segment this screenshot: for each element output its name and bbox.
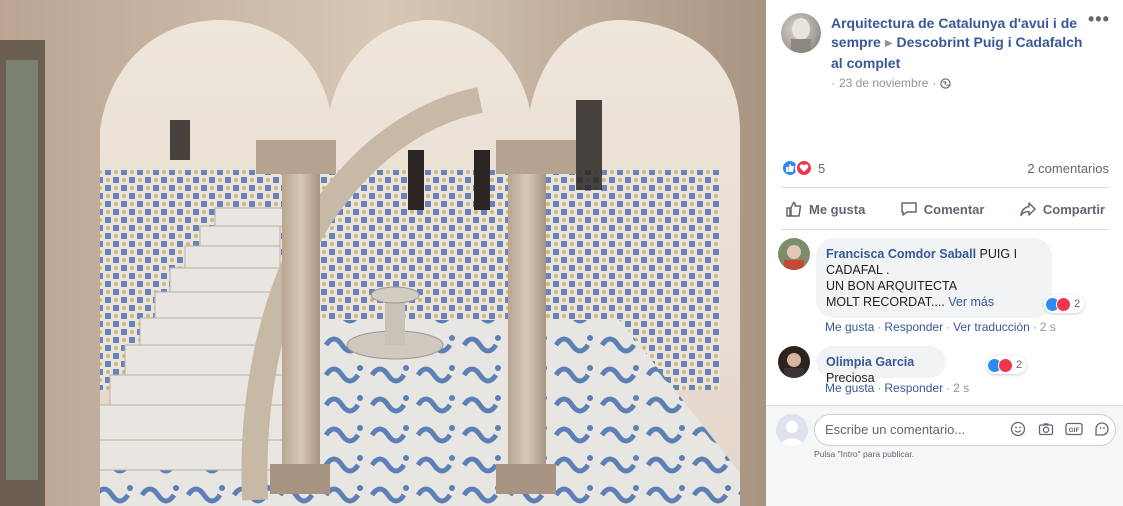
comment-author[interactable]: Francisca Comdor Saball xyxy=(826,247,976,261)
reaction-count[interactable]: 5 xyxy=(818,161,825,176)
comment-like-link[interactable]: Me gusta xyxy=(825,381,874,395)
love-reaction-icon xyxy=(795,159,813,177)
comment-button-label: Comentar xyxy=(923,201,985,217)
gif-icon[interactable]: GIF xyxy=(1065,420,1083,438)
share-button[interactable]: Compartir xyxy=(1015,193,1109,225)
comment-reactions[interactable]: 2 xyxy=(986,356,1027,374)
more-options-icon[interactable]: ••• xyxy=(1088,10,1112,28)
comment-reaction-count: 2 xyxy=(1074,298,1081,310)
post-photo[interactable] xyxy=(0,0,766,506)
post-actions: Me gusta Comentar Compartir xyxy=(781,193,1109,225)
see-more-link[interactable]: Ver más xyxy=(948,295,994,309)
photo-illustration xyxy=(0,0,766,506)
divider xyxy=(781,229,1109,230)
comment-reactions[interactable]: 2 xyxy=(1044,295,1085,313)
comment-reaction-count: 2 xyxy=(1016,359,1023,371)
comment-reply-link[interactable]: Responder xyxy=(884,320,943,334)
comment-item: Olimpia Garcia Preciosa 2 Me gusta · Respo… xyxy=(778,346,1118,396)
commenter-avatar[interactable] xyxy=(778,238,810,270)
love-reaction-icon xyxy=(1056,296,1071,312)
post-header: Arquitectura de Catalunya d'avui i de se… xyxy=(831,14,1086,73)
comment-like-link[interactable]: Me gusta xyxy=(825,320,874,334)
comment-actions: Me gusta · Responder · Ver traducción · 2 s xyxy=(825,320,1056,334)
comment-actions: Me gusta · Responder · 2 s xyxy=(825,381,970,395)
see-translation-link[interactable]: Ver traducción xyxy=(953,320,1030,334)
sticker-icon[interactable] xyxy=(1093,420,1111,438)
comment-icon xyxy=(901,202,917,216)
comment-time[interactable]: 2 s xyxy=(953,381,969,395)
comment-composer: Escribe un comentario... GIF Pulsa "Intr… xyxy=(766,405,1123,506)
comments-count[interactable]: 2 comentarios xyxy=(1027,161,1109,176)
reactions-summary: 5 2 comentarios xyxy=(781,157,1109,179)
globe-icon[interactable] xyxy=(940,77,952,89)
comment-bubble: Olimpia Garcia Preciosa xyxy=(816,346,946,385)
comment-reply-link[interactable]: Responder xyxy=(884,381,943,395)
commenter-avatar[interactable] xyxy=(778,346,810,378)
comment-text-line: PUIG I xyxy=(979,247,1018,261)
post-meta: · 23 de noviembre · xyxy=(831,76,952,90)
triangle-right-icon: ▶ xyxy=(884,38,893,49)
post-date[interactable]: 23 de noviembre xyxy=(839,76,928,90)
comment-author[interactable]: Olimpia Garcia xyxy=(826,355,914,369)
user-avatar xyxy=(776,414,808,446)
divider xyxy=(781,187,1109,188)
comment-input-placeholder: Escribe un comentario... xyxy=(825,422,966,437)
post-sidebar: Arquitectura de Catalunya d'avui i de se… xyxy=(766,0,1123,506)
comment-text-line: MOLT RECORDAT.... xyxy=(826,295,945,309)
share-icon xyxy=(1020,202,1036,217)
composer-hint: Pulsa "Intro" para publicar. xyxy=(814,449,915,459)
svg-text:GIF: GIF xyxy=(1069,427,1080,434)
like-button-label: Me gusta xyxy=(809,201,866,217)
page-avatar[interactable] xyxy=(781,13,821,53)
love-reaction-icon xyxy=(998,357,1013,373)
comment-text-line: UN BON ARQUITECTA xyxy=(826,279,958,293)
composer-tools: GIF xyxy=(1009,420,1111,438)
thumbs-up-icon xyxy=(786,201,802,217)
emoji-icon[interactable] xyxy=(1009,420,1027,438)
meta-dot: · xyxy=(932,76,937,90)
share-button-label: Compartir xyxy=(1042,201,1105,217)
comment-bubble: Francisca Comdor Saball PUIG I CADAFAL .… xyxy=(816,238,1052,318)
comment-text-line: CADAFAL . xyxy=(826,263,890,277)
comment-button[interactable]: Comentar xyxy=(896,193,989,225)
reaction-icons[interactable]: 5 xyxy=(781,159,825,177)
meta-dot: · xyxy=(831,76,835,90)
camera-icon[interactable] xyxy=(1037,420,1055,438)
like-button[interactable]: Me gusta xyxy=(781,193,869,225)
comment-item: Francisca Comdor Saball PUIG I CADAFAL .… xyxy=(778,238,1118,338)
comment-time[interactable]: 2 s xyxy=(1040,320,1056,334)
